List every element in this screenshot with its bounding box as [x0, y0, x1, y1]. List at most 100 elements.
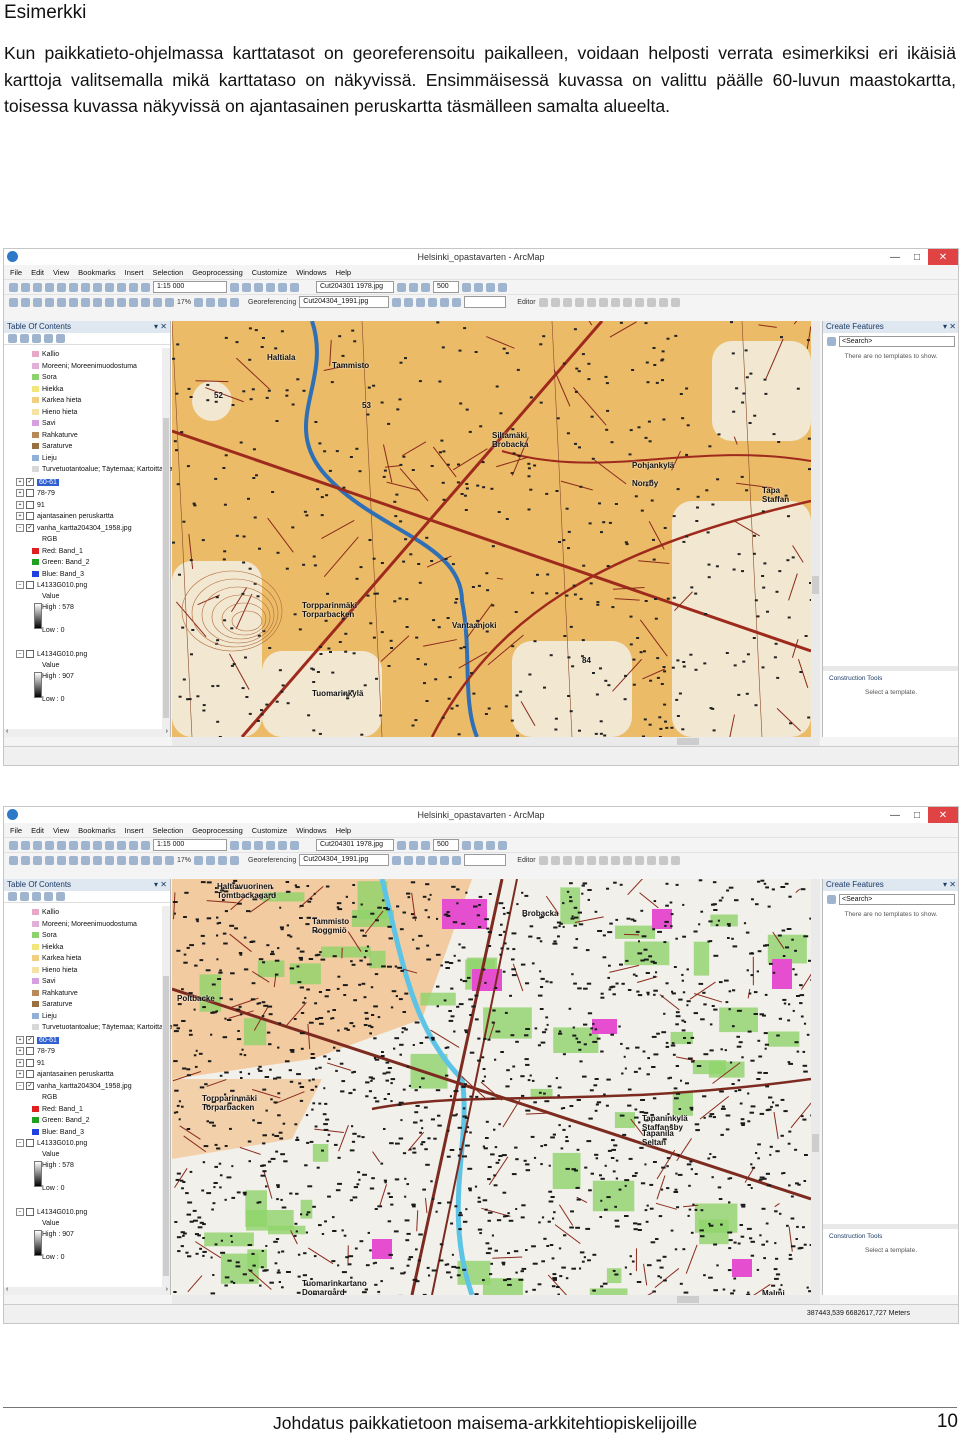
toolbar-button-icon[interactable]: [93, 855, 102, 865]
editor-tool-icon[interactable]: [670, 855, 680, 865]
toolbar-button-icon[interactable]: [206, 297, 216, 307]
toc-hscrollbar[interactable]: ‹ ›: [4, 728, 170, 737]
minimize-icon[interactable]: —: [884, 807, 906, 823]
layer-checkbox[interactable]: [26, 650, 34, 659]
layer-item[interactable]: + ajantasainen peruskartta: [16, 1070, 114, 1079]
menu-item[interactable]: Help: [336, 826, 351, 835]
collapse-icon[interactable]: −: [16, 581, 24, 590]
collapse-icon[interactable]: −: [16, 1208, 24, 1217]
layer-item[interactable]: +78-79: [16, 1047, 55, 1056]
scroll-right-icon[interactable]: ›: [166, 1286, 168, 1293]
menu-item[interactable]: View: [53, 268, 69, 277]
toc-scrollbar[interactable]: [162, 348, 170, 729]
toc-view-icon[interactable]: [56, 334, 65, 343]
toolbar-button-icon[interactable]: [141, 855, 150, 865]
toolbar-button-icon[interactable]: [266, 840, 275, 850]
toolbar-button-icon[interactable]: [33, 297, 42, 307]
toolbar-button-icon[interactable]: [462, 840, 471, 850]
toolbar-button-icon[interactable]: [486, 282, 495, 292]
layer-item[interactable]: + ✓ 60-61: [16, 477, 59, 487]
layer-checkbox[interactable]: [26, 489, 34, 498]
toolbar-button-icon[interactable]: [141, 840, 150, 850]
toolbar-button-icon[interactable]: [397, 282, 406, 292]
expand-icon[interactable]: +: [16, 489, 24, 498]
toolbar-button-icon[interactable]: [129, 840, 138, 850]
toc-view-icon[interactable]: [32, 334, 41, 343]
toolbar-button-icon[interactable]: [486, 840, 495, 850]
toolbar-button-icon[interactable]: [45, 855, 54, 865]
toolbar-button-icon[interactable]: [218, 855, 228, 865]
collapse-icon[interactable]: −: [16, 1139, 24, 1148]
georeferencing-menu[interactable]: Georeferencing: [248, 857, 296, 864]
toolbar-button-icon[interactable]: [33, 282, 42, 292]
editor-tool-icon[interactable]: [634, 855, 644, 865]
raster-layer-item[interactable]: − L4133G010.png: [16, 581, 87, 590]
toolbar-button-icon[interactable]: [117, 282, 126, 292]
toolbar-button-icon[interactable]: [462, 282, 471, 292]
toolbar-button-icon[interactable]: [57, 855, 66, 865]
toolbar-button-icon[interactable]: [230, 297, 240, 307]
toolbar-button-icon[interactable]: [474, 840, 483, 850]
editor-tool-icon[interactable]: [610, 297, 620, 307]
menu-item[interactable]: Customize: [252, 826, 287, 835]
menu-item[interactable]: Geoprocessing: [192, 268, 242, 277]
layer-item[interactable]: + ajantasainen peruskartta: [16, 512, 114, 521]
scroll-left-icon[interactable]: ‹: [6, 1286, 8, 1293]
toolbar-button-icon[interactable]: [392, 855, 402, 865]
layer-checkbox[interactable]: [26, 581, 34, 590]
toolbar-button-icon[interactable]: [165, 297, 174, 307]
menu-item[interactable]: Selection: [152, 268, 183, 277]
collapse-icon[interactable]: −: [16, 1081, 24, 1090]
toolbar-button-icon[interactable]: [129, 297, 138, 307]
pin-icon[interactable]: ▾ ✕: [943, 879, 956, 891]
menu-item[interactable]: Windows: [296, 268, 326, 277]
menu-item[interactable]: View: [53, 826, 69, 835]
toolbar-button-icon[interactable]: [45, 297, 54, 307]
georef-value-field[interactable]: [464, 854, 507, 866]
layer-checkbox[interactable]: [26, 500, 34, 509]
scroll-left-icon[interactable]: ‹: [6, 728, 8, 735]
layer-checkbox[interactable]: [26, 1047, 34, 1056]
toolbar-button-icon[interactable]: [404, 297, 414, 307]
collapse-icon[interactable]: −: [16, 650, 24, 659]
toolbar-button-icon[interactable]: [141, 282, 150, 292]
editor-tool-icon[interactable]: [538, 297, 548, 307]
expand-icon[interactable]: +: [16, 1058, 24, 1067]
expand-icon[interactable]: +: [16, 477, 24, 486]
menu-item[interactable]: Bookmarks: [78, 826, 116, 835]
toolbar-button-icon[interactable]: [21, 840, 30, 850]
toc-scrollbar[interactable]: [162, 906, 170, 1287]
editor-tool-icon[interactable]: [622, 855, 632, 865]
menu-item[interactable]: Customize: [252, 268, 287, 277]
layer-item[interactable]: − ✓ vanha_kartta204304_1958.jpg: [16, 523, 132, 533]
editor-tool-icon[interactable]: [586, 297, 596, 307]
toolbar-button-icon[interactable]: [404, 855, 414, 865]
toolbar-button-icon[interactable]: [105, 840, 114, 850]
toolbar-button-icon[interactable]: [81, 855, 90, 865]
editor-menu[interactable]: Editor: [517, 299, 535, 306]
editor-tool-icon[interactable]: [646, 297, 656, 307]
toolbar-button-icon[interactable]: [230, 840, 239, 850]
menu-item[interactable]: File: [10, 268, 22, 277]
toolbar-button-icon[interactable]: [416, 855, 426, 865]
editor-tool-icon[interactable]: [550, 297, 560, 307]
scale-select[interactable]: 1:15 000: [153, 281, 227, 293]
toolbar-button-icon[interactable]: [498, 282, 507, 292]
toolbar-button-icon[interactable]: [416, 297, 426, 307]
toolbar-button-icon[interactable]: [9, 282, 18, 292]
scroll-thumb[interactable]: [812, 1134, 819, 1152]
menu-item[interactable]: File: [10, 826, 22, 835]
layer-item[interactable]: +78-79: [16, 489, 55, 498]
close-icon[interactable]: ✕: [928, 807, 958, 823]
editor-tool-icon[interactable]: [634, 297, 644, 307]
toolbar-button-icon[interactable]: [9, 840, 18, 850]
toolbar-button-icon[interactable]: [428, 855, 438, 865]
toolbar-button-icon[interactable]: [230, 855, 240, 865]
toolbar-button-icon[interactable]: [421, 840, 430, 850]
toolbar-button-icon[interactable]: [129, 282, 138, 292]
menu-item[interactable]: Help: [336, 268, 351, 277]
editor-tool-icon[interactable]: [574, 855, 584, 865]
editor-tool-icon[interactable]: [646, 855, 656, 865]
toolbar-button-icon[interactable]: [153, 297, 162, 307]
expand-icon[interactable]: +: [16, 1047, 24, 1056]
